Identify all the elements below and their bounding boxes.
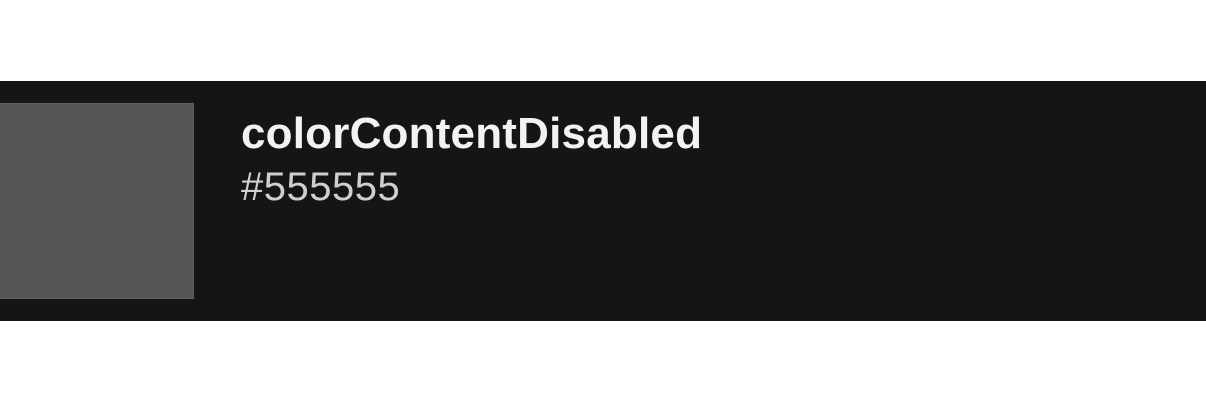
color-token-card: colorContentDisabled #555555 [0,81,1206,321]
color-swatch [0,103,194,299]
token-hex-value: #555555 [241,165,401,209]
token-name: colorContentDisabled [241,109,703,158]
token-info: colorContentDisabled #555555 [241,107,1141,211]
page: colorContentDisabled #555555 [0,0,1206,402]
